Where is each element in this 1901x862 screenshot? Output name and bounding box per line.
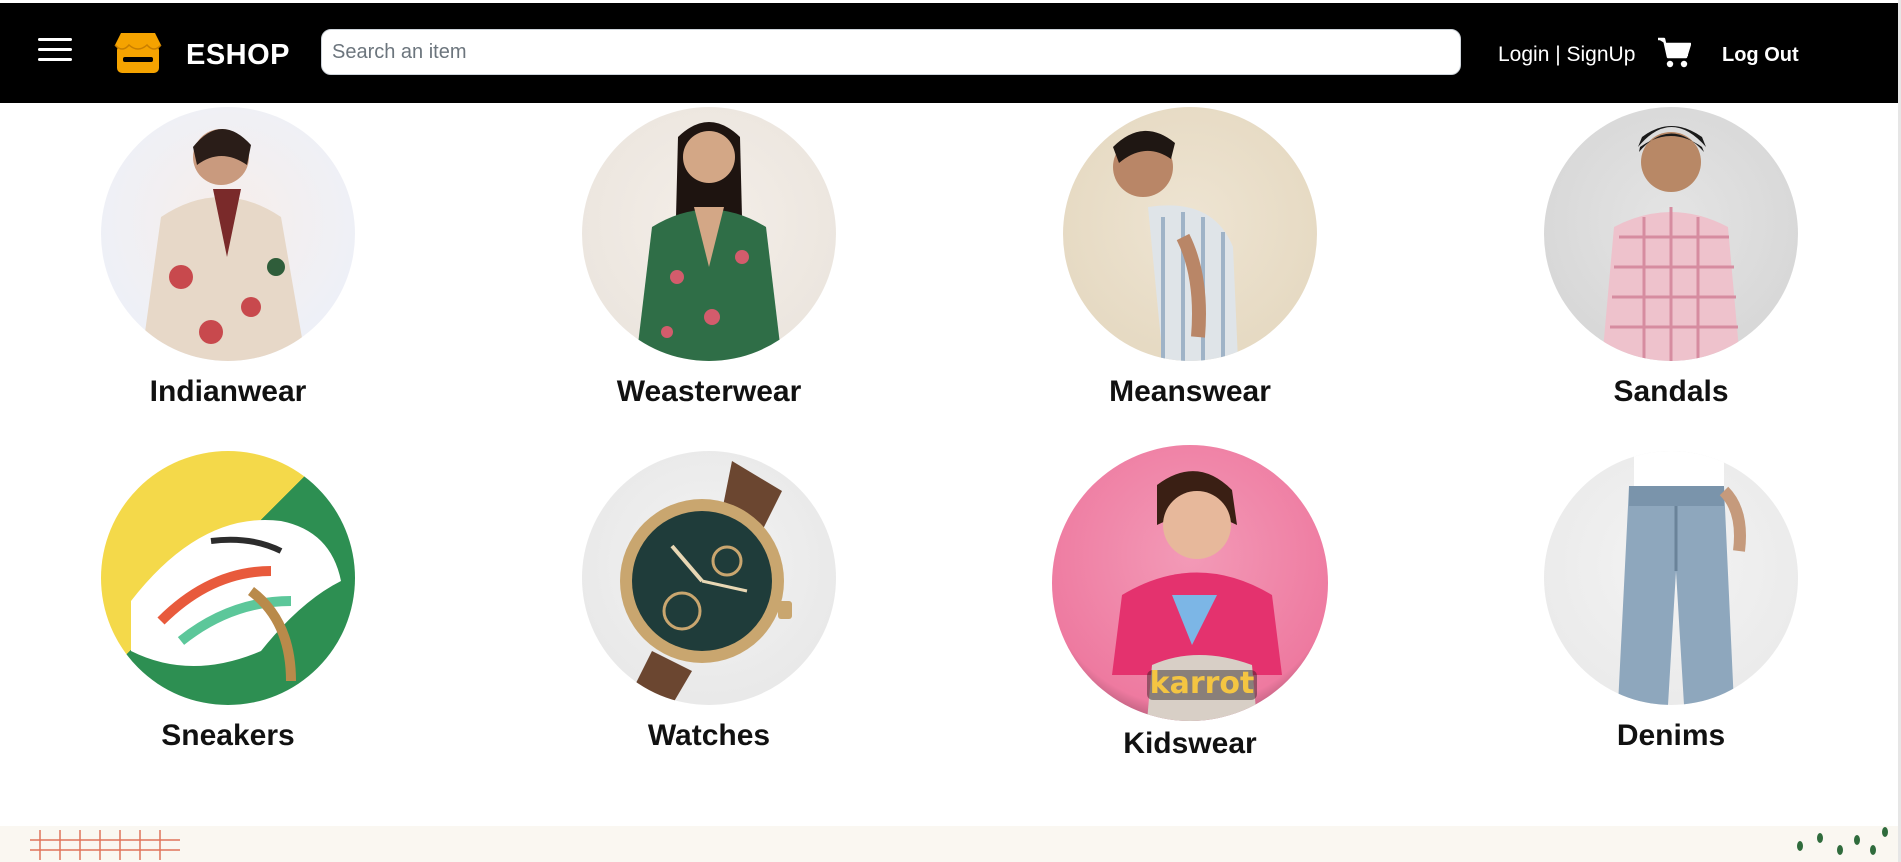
footer-decoration	[0, 826, 1898, 862]
category-card-kidswear[interactable]: karrot Kidswear	[1040, 445, 1340, 761]
category-card-denims[interactable]: Denims	[1521, 451, 1821, 753]
logout-button[interactable]: Log Out	[1722, 44, 1799, 67]
category-image[interactable]	[1063, 107, 1317, 361]
category-grid: Indianwear Weasterwear Meanswear Sandals…	[0, 103, 1898, 823]
category-card-sandals[interactable]: Sandals	[1521, 107, 1821, 409]
shopping-cart-icon[interactable]	[1657, 37, 1691, 69]
store-icon[interactable]	[113, 31, 163, 75]
svg-text:karrot: karrot	[1150, 666, 1255, 701]
leaf-doodle-icon	[1797, 827, 1888, 855]
category-card-meanswear[interactable]: Meanswear	[1040, 107, 1340, 409]
category-label[interactable]: Sneakers	[78, 719, 378, 753]
category-image[interactable]	[101, 451, 355, 705]
navbar: ESHOP Login | SignUp Log Out	[0, 3, 1898, 103]
category-label[interactable]: Meanswear	[1040, 375, 1340, 409]
brand-name[interactable]: ESHOP	[186, 39, 290, 72]
login-signup-link[interactable]: Login | SignUp	[1498, 43, 1635, 67]
category-label[interactable]: Indianwear	[78, 375, 378, 409]
search-input[interactable]	[321, 29, 1461, 75]
category-card-indianwear[interactable]: Indianwear	[78, 107, 378, 409]
category-label[interactable]: Denims	[1521, 719, 1821, 753]
category-card-weasterwear[interactable]: Weasterwear	[559, 107, 859, 409]
hamburger-menu-icon[interactable]	[38, 38, 72, 66]
category-image[interactable]	[582, 451, 836, 705]
category-label[interactable]: Sandals	[1521, 375, 1821, 409]
category-label[interactable]: Watches	[559, 719, 859, 753]
category-image[interactable]	[101, 107, 355, 361]
category-image[interactable]	[1544, 451, 1798, 705]
category-image[interactable]: karrot	[1052, 445, 1328, 721]
category-image[interactable]	[1544, 107, 1798, 361]
category-card-watches[interactable]: Watches	[559, 451, 859, 753]
category-image[interactable]	[582, 107, 836, 361]
category-card-sneakers[interactable]: Sneakers	[78, 451, 378, 753]
category-label[interactable]: Weasterwear	[559, 375, 859, 409]
category-label[interactable]: Kidswear	[1040, 727, 1340, 761]
grid-doodle-icon	[30, 830, 180, 860]
